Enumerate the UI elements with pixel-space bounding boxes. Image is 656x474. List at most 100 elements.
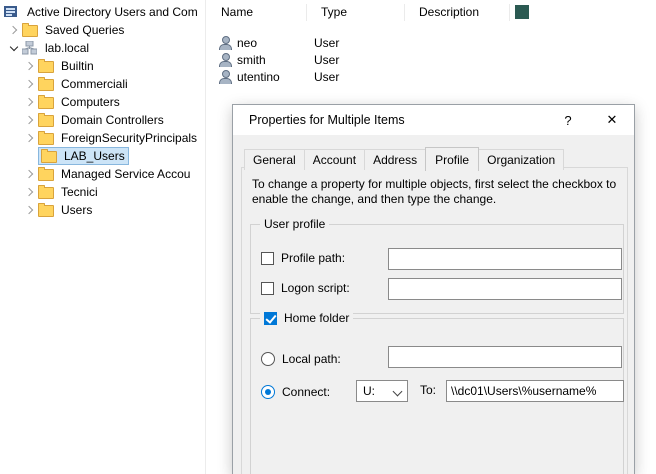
console-root-icon (4, 5, 21, 20)
home-folder-row: Home folder (260, 311, 353, 325)
cell-name: utentino (232, 70, 314, 84)
drive-letter-value: U: (363, 384, 375, 398)
tree-item-saved-queries[interactable]: Saved Queries (0, 21, 205, 39)
chevron-down-icon (393, 387, 403, 397)
chevron-right-icon[interactable] (22, 77, 38, 91)
folder-icon (38, 131, 55, 146)
tab-profile[interactable]: Profile (425, 147, 479, 171)
tab-strip: General Account Address Profile Organiza… (244, 147, 564, 170)
tree-item-root[interactable]: Active Directory Users and Com (0, 3, 205, 21)
column-header-name[interactable]: Name (207, 4, 307, 21)
tree-item-users[interactable]: Users (0, 201, 205, 219)
selected-tree-item[interactable]: LAB_Users (38, 147, 129, 165)
tree-item-managed-service-accounts[interactable]: Managed Service Accou (0, 165, 205, 183)
home-folder-label[interactable]: Home folder (284, 311, 349, 325)
folder-icon (38, 95, 55, 110)
tree-item-label: Active Directory Users and Com (25, 4, 200, 20)
header-teal-box (515, 5, 529, 19)
tab-organization[interactable]: Organization (478, 149, 564, 170)
tab-address[interactable]: Address (364, 149, 426, 170)
close-icon[interactable]: ✕ (590, 105, 634, 135)
aduc-window: Active Directory Users and Com Saved Que… (0, 0, 656, 474)
tree-item-tecnici[interactable]: Tecnici (0, 183, 205, 201)
cell-name: neo (232, 36, 314, 50)
chevron-right-icon[interactable] (22, 95, 38, 109)
column-header-type[interactable]: Type (307, 4, 405, 21)
drive-letter-dropdown[interactable]: U: (356, 380, 408, 402)
chevron-right-icon[interactable] (22, 131, 38, 145)
folder-icon (38, 77, 55, 92)
tree-item-label: Commerciali (59, 76, 130, 92)
expander-placeholder (22, 149, 38, 163)
tab-general[interactable]: General (244, 149, 305, 170)
logon-script-input[interactable] (388, 278, 622, 300)
profile-path-label[interactable]: Profile path: (281, 251, 345, 265)
cell-type: User (314, 36, 412, 50)
tree-item-lab-local[interactable]: lab.local (0, 39, 205, 57)
console-tree-panel: Active Directory Users and Com Saved Que… (0, 0, 206, 474)
chevron-right-icon[interactable] (22, 203, 38, 217)
local-path-label[interactable]: Local path: (282, 352, 341, 366)
user-icon (219, 36, 232, 50)
connect-radio[interactable] (261, 385, 275, 399)
chevron-down-icon[interactable] (6, 41, 22, 55)
tree-item-commerciali[interactable]: Commerciali (0, 75, 205, 93)
folder-icon (38, 59, 55, 74)
tree-item-label: LAB_Users (62, 148, 127, 164)
dialog-title: Properties for Multiple Items (249, 113, 405, 127)
tree-item-builtin[interactable]: Builtin (0, 57, 205, 75)
tree-item-label: lab.local (43, 40, 91, 56)
tree-item-lab-users[interactable]: LAB_Users (0, 147, 205, 165)
connect-label[interactable]: Connect: (282, 385, 330, 399)
user-icon (219, 53, 232, 67)
profile-path-row: Profile path: (261, 251, 345, 265)
to-label: To: (420, 383, 436, 397)
help-button[interactable]: ? (546, 105, 590, 135)
chevron-right-icon[interactable] (22, 185, 38, 199)
tab-account[interactable]: Account (304, 149, 365, 170)
chevron-right-icon[interactable] (22, 113, 38, 127)
list-row[interactable]: neo User (207, 34, 656, 51)
tree-item-label: ForeignSecurityPrincipals (59, 130, 199, 146)
logon-script-checkbox[interactable] (261, 282, 274, 295)
user-icon (219, 70, 232, 84)
connect-path-input[interactable] (446, 380, 624, 402)
cell-name: smith (232, 53, 314, 67)
intro-text: To change a property for multiple object… (252, 177, 624, 207)
profile-path-input[interactable] (388, 248, 622, 270)
domain-icon (22, 41, 39, 56)
tree-item-label: Users (59, 202, 94, 218)
list-header: Name Type Description (207, 0, 656, 24)
column-header-description[interactable]: Description (405, 4, 510, 21)
chevron-right-icon[interactable] (22, 167, 38, 181)
tree-item-label: Domain Controllers (59, 112, 166, 128)
profile-tab-page: To change a property for multiple object… (241, 167, 628, 474)
properties-dialog: Properties for Multiple Items ? ✕ Genera… (232, 104, 635, 474)
chevron-right-icon[interactable] (6, 23, 22, 37)
profile-path-checkbox[interactable] (261, 252, 274, 265)
tree-item-computers[interactable]: Computers (0, 93, 205, 111)
dialog-titlebar[interactable]: Properties for Multiple Items ? ✕ (233, 105, 634, 135)
tree-item-label: Tecnici (59, 184, 100, 200)
tree-item-foreignsecurityprincipals[interactable]: ForeignSecurityPrincipals (0, 129, 205, 147)
folder-icon (38, 185, 55, 200)
cell-type: User (314, 53, 412, 67)
local-path-radio[interactable] (261, 352, 275, 366)
tree-item-label: Managed Service Accou (59, 166, 192, 182)
folder-icon (22, 23, 39, 38)
local-path-input[interactable] (388, 346, 622, 368)
list-row[interactable]: smith User (207, 51, 656, 68)
folder-icon (38, 167, 55, 182)
list-rows: neo User smith User utentino User (207, 34, 656, 85)
tree-item-label: Computers (59, 94, 122, 110)
folder-icon (38, 203, 55, 218)
logon-script-row: Logon script: (261, 281, 350, 295)
tree-item-domain-controllers[interactable]: Domain Controllers (0, 111, 205, 129)
list-row[interactable]: utentino User (207, 68, 656, 85)
folder-icon (38, 113, 55, 128)
local-path-row: Local path: (261, 352, 341, 366)
logon-script-label[interactable]: Logon script: (281, 281, 350, 295)
home-folder-checkbox[interactable] (264, 312, 277, 325)
connect-row: Connect: (261, 385, 330, 399)
chevron-right-icon[interactable] (22, 59, 38, 73)
